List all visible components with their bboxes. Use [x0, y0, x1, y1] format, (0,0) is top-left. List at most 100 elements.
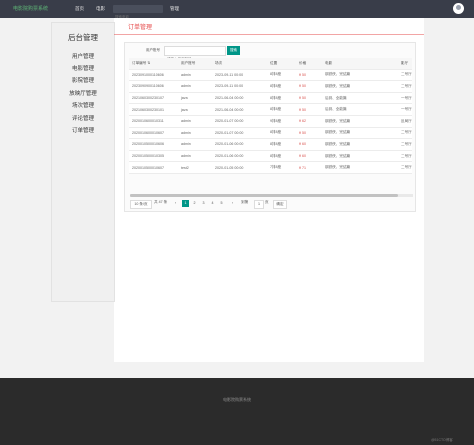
admin-sidebar: 后台管理 用户管理 电影管理 影院管理 放映厅管理 场次管理 评论管理 订单管理: [51, 22, 115, 302]
goto-page-input[interactable]: 1: [254, 200, 264, 209]
next-page-icon[interactable]: ›: [229, 200, 236, 207]
account-search-field[interactable]: [164, 46, 226, 63]
table-row[interactable]: 2021060300230107 java 2021-06-04 00:00 8…: [129, 92, 412, 105]
page-3[interactable]: 3: [200, 200, 207, 207]
cell-hall: 二号厅: [398, 127, 412, 140]
cell-hall: 二号厅: [398, 80, 412, 93]
table-row[interactable]: 2020010600010607 admin 2020-01-07 00:00 …: [129, 127, 412, 140]
cell-session: 2020-01-06 00:00: [212, 138, 267, 151]
column-header-order-id[interactable]: 订单编号 ⇅: [129, 58, 178, 70]
column-header-seat: 位置: [267, 58, 296, 70]
total-count: 共 47 条: [154, 200, 168, 204]
cell-account: java: [178, 92, 212, 105]
cell-account: admin: [178, 150, 212, 163]
table-row[interactable]: 2020010600010311 admin 2020-01-07 00:00 …: [129, 115, 412, 128]
sidebar-item-orders[interactable]: 订单管理: [52, 126, 114, 134]
cell-account: admin: [178, 138, 212, 151]
cell-movie: 后到、全能篇: [322, 92, 398, 105]
search-label: 用户账号: [146, 48, 160, 52]
goto-confirm-button[interactable]: 确定: [273, 200, 287, 209]
sidebar-item-halls[interactable]: 放映厅管理: [52, 89, 114, 97]
nav-movies[interactable]: 电影: [96, 6, 105, 12]
table-row[interactable]: 2023090900110606 admin 2023-09-11 00:00 …: [129, 80, 412, 93]
cell-session: 2020-01-07 00:00: [212, 115, 267, 128]
cell-hall: 二号厅: [398, 161, 412, 174]
sidebar-item-screenings[interactable]: 场次管理: [52, 101, 114, 109]
cell-account: admin: [178, 69, 212, 82]
prev-page-icon[interactable]: ‹: [172, 200, 179, 207]
cell-seat: 8排8座: [267, 92, 296, 105]
table-header-row: 订单编号 ⇅ 用户账号 场次 位置 价格 电影 影厅: [129, 58, 412, 70]
cell-movie: 钢铁侠、完结篇: [322, 138, 398, 151]
scrollbar-thumb[interactable]: [130, 194, 398, 197]
cell-price: ¥ 62: [296, 115, 322, 128]
page-title: 订单管理: [128, 25, 153, 31]
cell-order-id: 2023090900110606: [129, 80, 178, 93]
brand-logo[interactable]: 电影院购票系统: [13, 5, 48, 12]
table-row[interactable]: 2020010500010305 admin 2020-01-06 00:00 …: [129, 150, 412, 163]
table-row[interactable]: 2023091000110606 admin 2023-09-11 00:00 …: [129, 69, 412, 82]
cell-movie: 钢铁侠、完结篇: [322, 161, 398, 174]
goto-label: 到第: [241, 200, 249, 204]
column-header-session: 场次: [212, 58, 267, 70]
cell-session: 2020-01-05 00:00: [212, 161, 267, 174]
top-navbar: [0, 0, 474, 18]
cell-session: 2020-01-06 00:00: [212, 150, 267, 163]
column-header-movie: 电影: [322, 58, 398, 70]
page-5[interactable]: 5: [218, 200, 225, 207]
cell-hall: 二号厅: [398, 69, 412, 82]
cell-price: ¥ 50: [296, 103, 322, 116]
cell-seat: 9排8座: [267, 115, 296, 128]
page-2[interactable]: 2: [191, 200, 198, 207]
table-row[interactable]: 2020010500010607 test2 2020-01-05 00:00 …: [129, 161, 412, 174]
cell-seat: 8排8座: [267, 150, 296, 163]
sidebar-item-comments[interactable]: 评论管理: [52, 114, 114, 122]
column-header-hall: 影厅: [398, 58, 412, 70]
page-size-select[interactable]: 10 条/页: [130, 200, 152, 209]
cell-account: admin: [178, 115, 212, 128]
sidebar-item-users[interactable]: 用户管理: [52, 52, 114, 60]
watermark: @51CTO博客: [431, 438, 453, 442]
table-row[interactable]: 2021060300230101 java 2021-06-04 00:00 8…: [129, 103, 412, 116]
cell-price: ¥ 60: [296, 150, 322, 163]
cell-account: admin: [178, 80, 212, 93]
cell-session: 2023-09-11 00:00: [212, 69, 267, 82]
column-header-account: 用户账号: [178, 58, 212, 70]
cell-order-id: 2021060300230101: [129, 103, 178, 116]
cell-seat: 7排8座: [267, 161, 296, 174]
cell-hall: 二号厅: [398, 150, 412, 163]
cell-order-id: 2020010600010607: [129, 127, 178, 140]
page-footer: [0, 378, 474, 445]
table-row[interactable]: 2020010500010606 admin 2020-01-06 00:00 …: [129, 138, 412, 151]
page-1[interactable]: 1: [182, 200, 189, 207]
cell-movie: 钢铁侠、完结篇: [322, 80, 398, 93]
footer-text: 电影院购票系统: [223, 397, 251, 402]
cell-hall: 二号厅: [398, 138, 412, 151]
title-divider: [114, 34, 424, 35]
cell-movie: 钢铁侠、完结篇: [322, 115, 398, 128]
cell-movie: 钢铁侠、完结篇: [322, 150, 398, 163]
cell-price: ¥ 60: [296, 138, 322, 151]
sidebar-item-movies[interactable]: 电影管理: [52, 64, 114, 72]
orders-table: 订单编号 ⇅ 用户账号 场次 位置 价格 电影 影厅 2023091000110…: [129, 58, 412, 174]
column-header-price: 价格: [296, 58, 322, 70]
search-button[interactable]: 搜索: [227, 46, 240, 55]
cell-account: test2: [178, 161, 212, 174]
user-avatar-icon[interactable]: [453, 3, 464, 14]
cell-session: 2021-06-04 00:00: [212, 103, 267, 116]
page-4[interactable]: 4: [209, 200, 216, 207]
cell-seat: 8排8座: [267, 103, 296, 116]
cell-session: 2020-01-07 00:00: [212, 127, 267, 140]
horizontal-scrollbar[interactable]: [130, 194, 413, 197]
cell-session: 2021-06-04 00:00: [212, 92, 267, 105]
movie-search-box[interactable]: [113, 5, 163, 21]
cell-movie: 钢铁侠、完结篇: [322, 127, 398, 140]
cell-movie: 钢铁侠、完结篇: [322, 69, 398, 82]
cell-hall: 一号厅: [398, 103, 412, 116]
cell-price: ¥ 50: [296, 80, 322, 93]
nav-home[interactable]: 首页: [75, 6, 84, 12]
sidebar-item-cinemas[interactable]: 影院管理: [52, 76, 114, 84]
cell-price: ¥ 50: [296, 92, 322, 105]
nav-admin[interactable]: 管理: [170, 6, 179, 12]
cell-order-id: 2020010500010606: [129, 138, 178, 151]
